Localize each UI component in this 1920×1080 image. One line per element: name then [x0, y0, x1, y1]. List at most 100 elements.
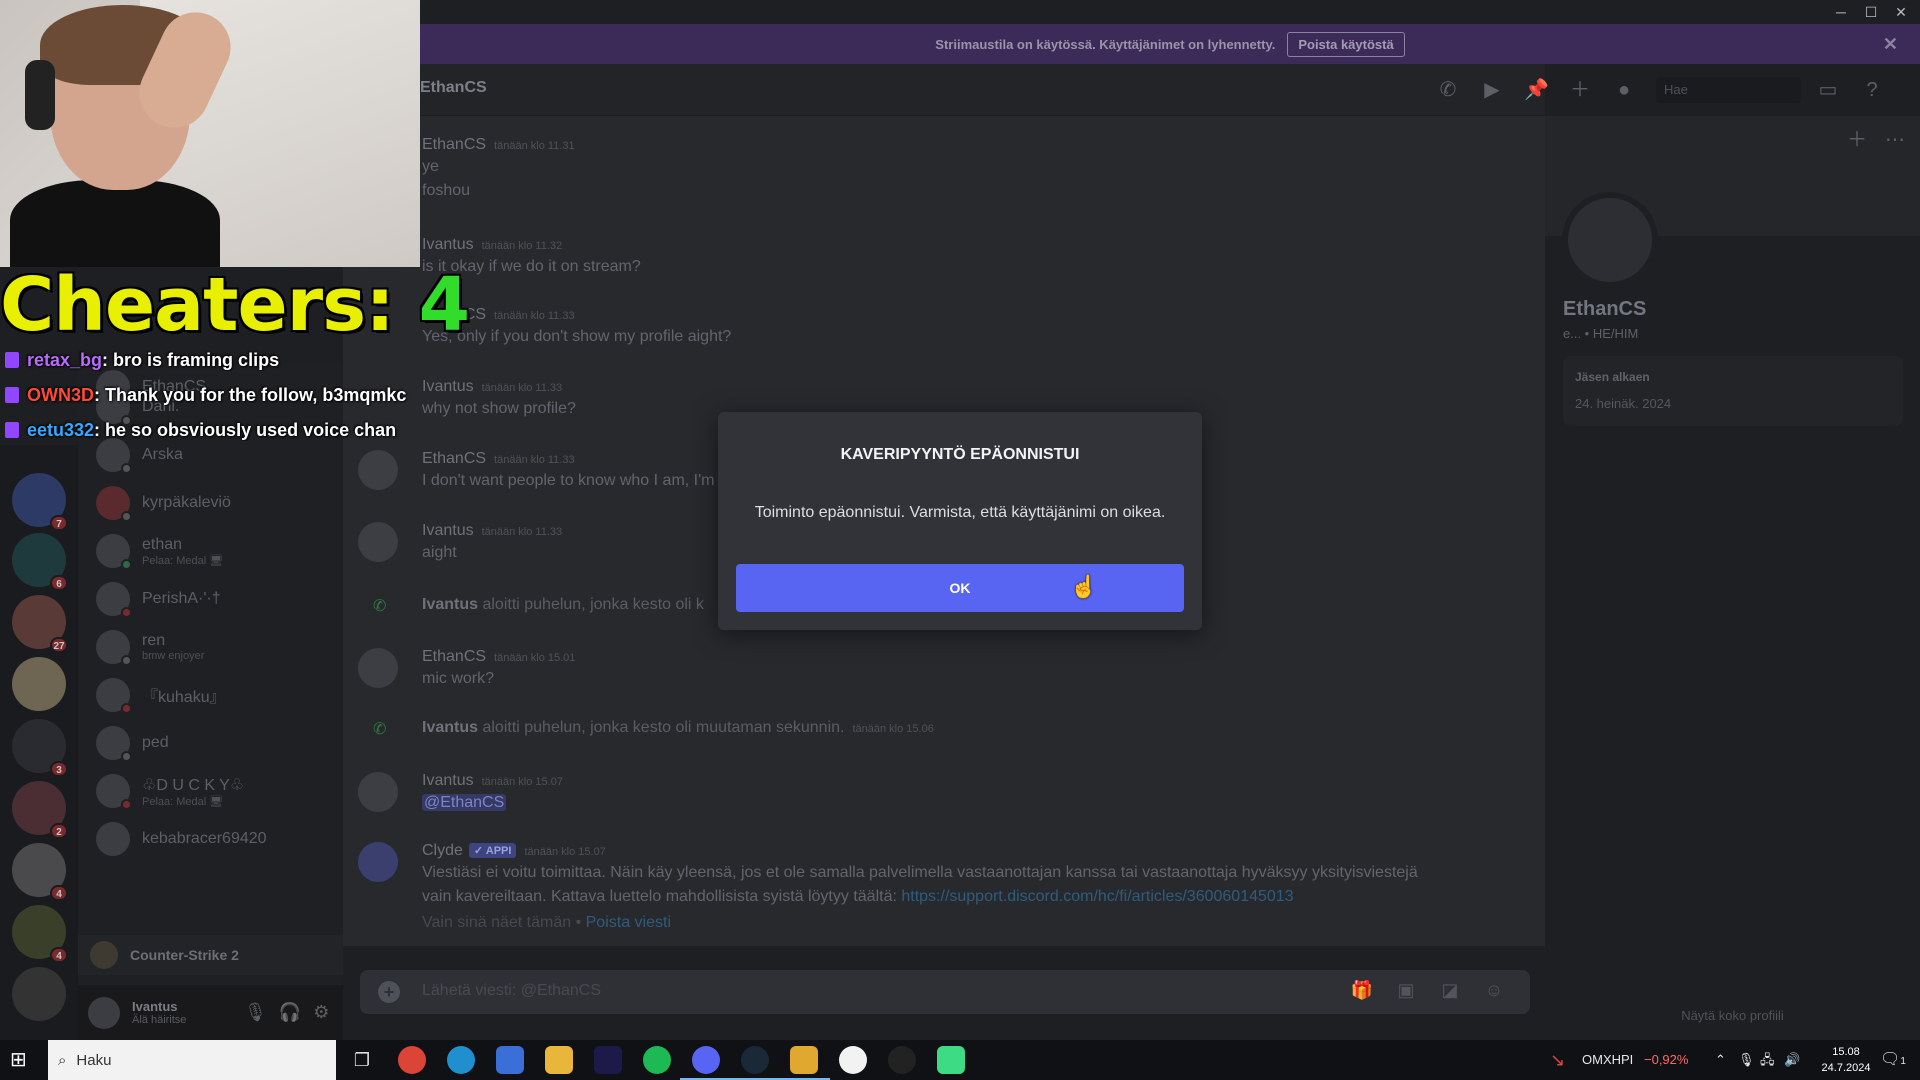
disable-streamer-mode-button[interactable]: Poista käytöstä [1287, 31, 1405, 57]
avatar[interactable] [1562, 192, 1658, 288]
dm-name: ped [142, 734, 169, 751]
server-icon[interactable] [12, 967, 66, 1021]
ok-button[interactable]: OK [736, 564, 1184, 612]
cheaters-label: Cheaters: [0, 262, 395, 348]
author-name[interactable]: EthanCS [422, 648, 486, 665]
author-name[interactable]: Ivantus [422, 719, 478, 736]
add-friend-icon[interactable]: ＋ [1568, 78, 1592, 102]
minimize-button[interactable]: ─ [1826, 2, 1856, 22]
gear-icon[interactable]: ⚙ [313, 1002, 329, 1023]
server-icon[interactable]: 27 [12, 595, 68, 653]
inbox-icon[interactable]: ▭ [1816, 78, 1840, 102]
server-icon[interactable]: 3 [12, 719, 68, 777]
clock[interactable]: 15.08 24.7.2024 [1814, 1044, 1878, 1076]
taskbar-search[interactable]: ⌕ Haku [48, 1040, 336, 1080]
activity-bar[interactable]: Counter-Strike 2 [78, 935, 343, 975]
spotify-icon[interactable] [643, 1046, 671, 1074]
unread-badge: 4 [50, 947, 68, 963]
video-icon[interactable]: ▶ [1480, 78, 1504, 102]
webcam-overlay [0, 0, 420, 267]
avatar[interactable] [358, 648, 398, 688]
author-name[interactable]: EthanCS [422, 450, 486, 467]
author-name[interactable]: EthanCS [422, 136, 486, 153]
author-name[interactable]: Ivantus [422, 236, 474, 253]
avatar[interactable] [88, 996, 120, 1029]
sticker-icon[interactable]: ◪ [1438, 980, 1462, 1004]
avatar[interactable] [358, 772, 398, 812]
dm-item[interactable]: kebabracer69420 [96, 817, 336, 861]
dm-item[interactable]: 『kuhaku』 [96, 673, 336, 717]
server-icon[interactable]: 4 [12, 905, 68, 963]
pin-icon[interactable]: 📌 [1524, 78, 1549, 102]
store-icon[interactable] [496, 1046, 524, 1074]
support-link[interactable]: https://support.discord.com/hc/fi/articl… [901, 888, 1293, 905]
gift-icon[interactable]: 🎁 [1350, 980, 1374, 1004]
headphones-icon[interactable]: 🎧 [279, 1002, 301, 1023]
call-event: ✆ Ivantus aloitti puhelun, jonka kesto o… [343, 719, 1523, 743]
close-icon[interactable]: ✕ [1883, 34, 1898, 55]
network-icon[interactable]: 🖧 [1760, 1040, 1775, 1080]
dm-item[interactable]: PerishA·'·† [96, 577, 336, 621]
steam-icon[interactable] [729, 1046, 781, 1080]
status-dot [121, 751, 132, 762]
task-view-icon[interactable]: ❐ [348, 1046, 376, 1074]
author-name[interactable]: Ivantus [422, 596, 478, 613]
windows-start-icon[interactable]: ⊞ [10, 1049, 32, 1071]
search-input[interactable]: Hae [1656, 77, 1801, 103]
avatar[interactable] [358, 450, 398, 490]
help-icon[interactable]: ? [1860, 78, 1884, 102]
volume-icon[interactable]: 🔊 [1784, 1040, 1800, 1080]
microphone-icon[interactable]: 🎙 [244, 1002, 267, 1023]
avatar [96, 726, 132, 762]
dm-item[interactable]: ped [96, 721, 336, 765]
file-explorer-icon[interactable] [545, 1046, 573, 1074]
phone-icon[interactable]: ✆ [1436, 78, 1460, 102]
microphone-icon[interactable]: 🎙 [1738, 1040, 1755, 1080]
emoji-icon[interactable]: ☺ [1482, 980, 1506, 1004]
server-icon[interactable]: 4 [12, 843, 68, 901]
dm-item[interactable]: ren bmw enjoyer [96, 625, 336, 669]
view-full-profile-link[interactable]: Näytä koko profiili [1545, 1008, 1920, 1023]
gif-icon[interactable]: ▣ [1394, 980, 1418, 1004]
discord-icon[interactable] [680, 1046, 732, 1080]
author-name[interactable]: Ivantus [422, 522, 474, 539]
maximize-button[interactable]: ☐ [1856, 2, 1886, 22]
dismiss-message-link[interactable]: Poista viesti [586, 914, 671, 931]
author-name[interactable]: Ivantus [422, 772, 474, 789]
edge-icon[interactable] [447, 1046, 475, 1074]
dm-item[interactable]: kyrpäkaleviö [96, 481, 336, 525]
close-window-button[interactable]: ✕ [1886, 2, 1916, 22]
taskbar-search-input[interactable]: Haku [76, 1052, 111, 1069]
server-icon[interactable]: 6 [12, 533, 68, 591]
cheaters-count: 4 [418, 262, 470, 348]
medal-icon[interactable] [937, 1046, 965, 1074]
server-icon[interactable]: 2 [12, 781, 68, 839]
more-icon[interactable]: ⋯ [1883, 128, 1907, 152]
chrome-icon[interactable] [398, 1046, 426, 1074]
message-input[interactable]: Lähetä viesti: @EthanCS [422, 982, 601, 1000]
premiere-icon[interactable] [594, 1046, 622, 1074]
chevron-up-icon[interactable]: ⌃ [1715, 1040, 1726, 1080]
message-text: ye [422, 158, 439, 175]
user-mention[interactable]: @EthanCS [422, 794, 507, 811]
plus-icon[interactable]: + [378, 981, 400, 1003]
obs-icon[interactable] [839, 1046, 867, 1074]
user-profile-icon[interactable]: ● [1612, 78, 1636, 102]
dm-name: ♧D U C K Y♧ [142, 776, 245, 794]
counter-strike-icon[interactable] [778, 1046, 830, 1080]
unread-badge: 2 [50, 823, 68, 839]
dm-item[interactable]: ♧D U C K Y♧ Pelaa: Medal 🖥 [96, 769, 336, 813]
author-name[interactable]: Ivantus [422, 378, 474, 395]
server-icon[interactable] [12, 657, 66, 711]
dm-item[interactable]: ethan Pelaa: Medal 🖥 [96, 529, 336, 573]
message-text: why not show profile? [422, 400, 576, 417]
stock-name[interactable]: OMXHPI [1582, 1040, 1633, 1080]
stream-chat-line: eetu332: he so obsviousIy used voice cha… [5, 420, 425, 441]
avatar[interactable] [358, 522, 398, 562]
message-composer[interactable]: + Lähetä viesti: @EthanCS 🎁 ▣ ◪ ☺ [360, 970, 1530, 1014]
notification-icon[interactable]: 🗨1 [1880, 1040, 1906, 1080]
search-icon: ⌕ [58, 1051, 67, 1069]
server-icon[interactable]: 7 [12, 473, 68, 531]
add-friend-icon[interactable]: ＋ [1845, 128, 1869, 152]
logitech-icon[interactable] [888, 1046, 916, 1074]
